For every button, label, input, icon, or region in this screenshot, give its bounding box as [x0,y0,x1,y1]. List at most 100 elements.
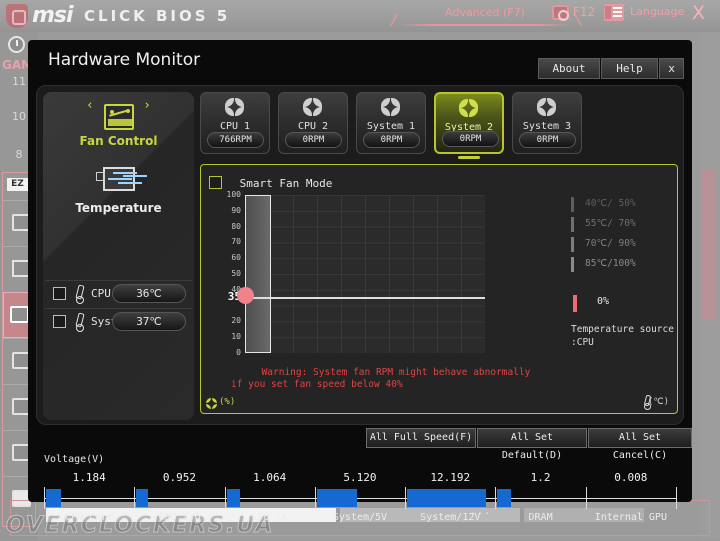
current-duty-value: 0% [597,296,609,307]
fan-blade-icon [381,98,401,116]
language-button[interactable]: Language [630,5,684,18]
all-full-speed-button[interactable]: All Full Speed(F) [366,428,476,448]
voltage-label-cpu-core: CPU Core [44,512,134,523]
fan-tab-cpu-2[interactable]: CPU 20RPM [278,92,348,154]
fan-graph-area: Smart Fan Mode 1009080706050403520100 (%… [200,164,678,414]
fan-speed-slider[interactable] [245,195,271,353]
fan-tab-system-1[interactable]: System 10RPM [356,92,426,154]
temperature-source-line-1: Temperature source [571,323,675,336]
current-duty-bar [573,295,577,312]
action-button-row: All Full Speed(F) All Set Default(D) All… [28,428,692,450]
voltage-bar-cpu-sa [227,489,240,507]
legend-row: 40℃/ 50% [571,195,675,215]
fan-tab-cpu-1[interactable]: CPU 1766RPM [200,92,270,154]
voltage-bar-cpu-i-o [136,489,148,507]
voltage-label-cpu-i-o: CPU I/O [134,512,224,523]
fan-tab-rpm: 0RPM [285,132,342,148]
fan-blade-icon [225,98,245,116]
voltage-label-system-12v: System/12V [405,512,495,523]
fan-unit-icon [206,398,218,409]
legend-label: 40℃/ 50% [585,198,636,209]
temperature-source-line-2: :CPU [571,336,675,349]
temperature-header: Temperature [43,167,194,215]
temperature-graph-icon [103,167,135,191]
y-tick-10: 10 [215,333,241,341]
voltage-title: Voltage(V) [44,454,104,465]
page-title: Hardware Monitor [48,50,200,70]
cpu-temp-value: 36℃ [112,284,186,303]
fan-curve-plot-wrapper: 1009080706050403520100 [215,195,515,370]
voltage-section: Voltage(V) 1.184CPU Core0.952CPU I/O1.06… [36,454,684,498]
temperature-label: Temperature [43,201,194,215]
warning-line-1: Warning: System fan RPM might behave abn… [231,367,561,379]
voltage-value-system-12v: 12.192 [405,471,495,484]
y-axis-ticks: 1009080706050403520100 [215,195,241,353]
voltage-bar-cpu-core [46,489,61,507]
legend-color-bar [571,217,574,232]
system-temp-checkbox[interactable] [53,315,66,328]
all-set-default-button[interactable]: All Set Default(D) [477,428,587,448]
left-column: ‹ › Fan Control Temperature CPU 36℃ [43,92,194,420]
y-tick-80: 80 [215,223,241,231]
temperature-row-system: System 37℃ [45,308,192,334]
voltage-label-cpu-sa: CPU SA [225,512,315,523]
fan-tab-rpm: 0RPM [442,131,499,147]
current-duty-row: 0% [571,293,675,315]
voltage-bar-system-5v [317,489,357,507]
cpu-temp-checkbox[interactable] [53,287,66,300]
voltage-value-cpu-sa: 1.064 [225,471,315,484]
y-tick-50: 50 [215,270,241,278]
hardware-monitor-dialog: Hardware Monitor About Help x ‹ › Fan Co… [28,40,692,502]
about-button[interactable]: About [538,58,600,79]
legend-color-bar [571,257,574,272]
fan-tab-strip: CPU 1766RPMCPU 20RPMSystem 10RPMSystem 2… [200,92,678,160]
fan-curve-plot[interactable] [245,195,485,353]
fan-control-header[interactable]: ‹ › Fan Control [43,98,194,148]
advanced-underline [397,24,573,26]
voltage-value-internal-gpu: 0.008 [586,471,676,484]
fan-tab-rpm: 0RPM [519,132,576,148]
favorites-list-icon[interactable] [604,4,624,21]
bios-close-icon[interactable]: X [692,2,705,24]
thermometer-icon [75,313,83,331]
voltage-label-system-5v: System/5V [315,512,405,523]
y-tick-100: 100 [215,191,241,199]
fan-blade-icon [459,99,479,117]
fan-blade-icon [537,98,557,116]
voltage-value-cpu-i-o: 0.952 [134,471,224,484]
next-section-arrow-icon[interactable]: › [143,98,151,113]
fan-curve-handle[interactable] [237,287,254,304]
clock-icon [8,36,25,53]
close-button[interactable]: x [659,58,684,79]
active-tab-indicator [458,156,480,159]
monitor-panel: ‹ › Fan Control Temperature CPU 36℃ [36,85,684,425]
legend-color-bar [571,237,574,252]
bios-right-accent [702,170,716,320]
voltage-value-cpu-core: 1.184 [44,471,134,484]
fan-warning-text: Warning: System fan RPM might behave abn… [231,367,561,391]
prev-section-arrow-icon[interactable]: ‹ [86,98,94,113]
legend-label: 85℃/100% [585,258,636,269]
advanced-mode-button[interactable]: Advanced (F7) [420,4,550,24]
legend-row: 70℃/ 90% [571,235,675,255]
y-tick-0: 0 [215,349,241,357]
fan-tab-system-3[interactable]: System 30RPM [512,92,582,154]
smart-fan-mode-row[interactable]: Smart Fan Mode [209,172,332,191]
hardware-monitor-icon [10,306,29,323]
screenshot-camera-icon[interactable] [552,5,569,20]
fan-tab-system-2[interactable]: System 20RPM [434,92,504,154]
ez-mode-badge[interactable]: EZ [7,178,28,191]
fan-curve-legend: 40℃/ 50%55℃/ 70%70℃/ 90%85℃/100% 0% Temp… [571,195,675,349]
click-bios-text: CLICK BIOS 5 [84,7,230,25]
y-tick-70: 70 [215,238,241,246]
all-set-cancel-button[interactable]: All Set Cancel(C) [588,428,692,448]
fan-blade-icon [303,98,323,116]
help-button[interactable]: Help [601,58,658,79]
fan-tab-label: CPU 1 [201,121,269,132]
cpu-temp-name: CPU [91,287,111,300]
fan-curve-line [245,297,485,299]
smart-fan-mode-checkbox[interactable] [209,176,222,189]
percent-unit-label: (%) [219,397,235,407]
legend-label: 70℃/ 90% [585,238,636,249]
msi-dragon-logo-icon [6,4,28,28]
